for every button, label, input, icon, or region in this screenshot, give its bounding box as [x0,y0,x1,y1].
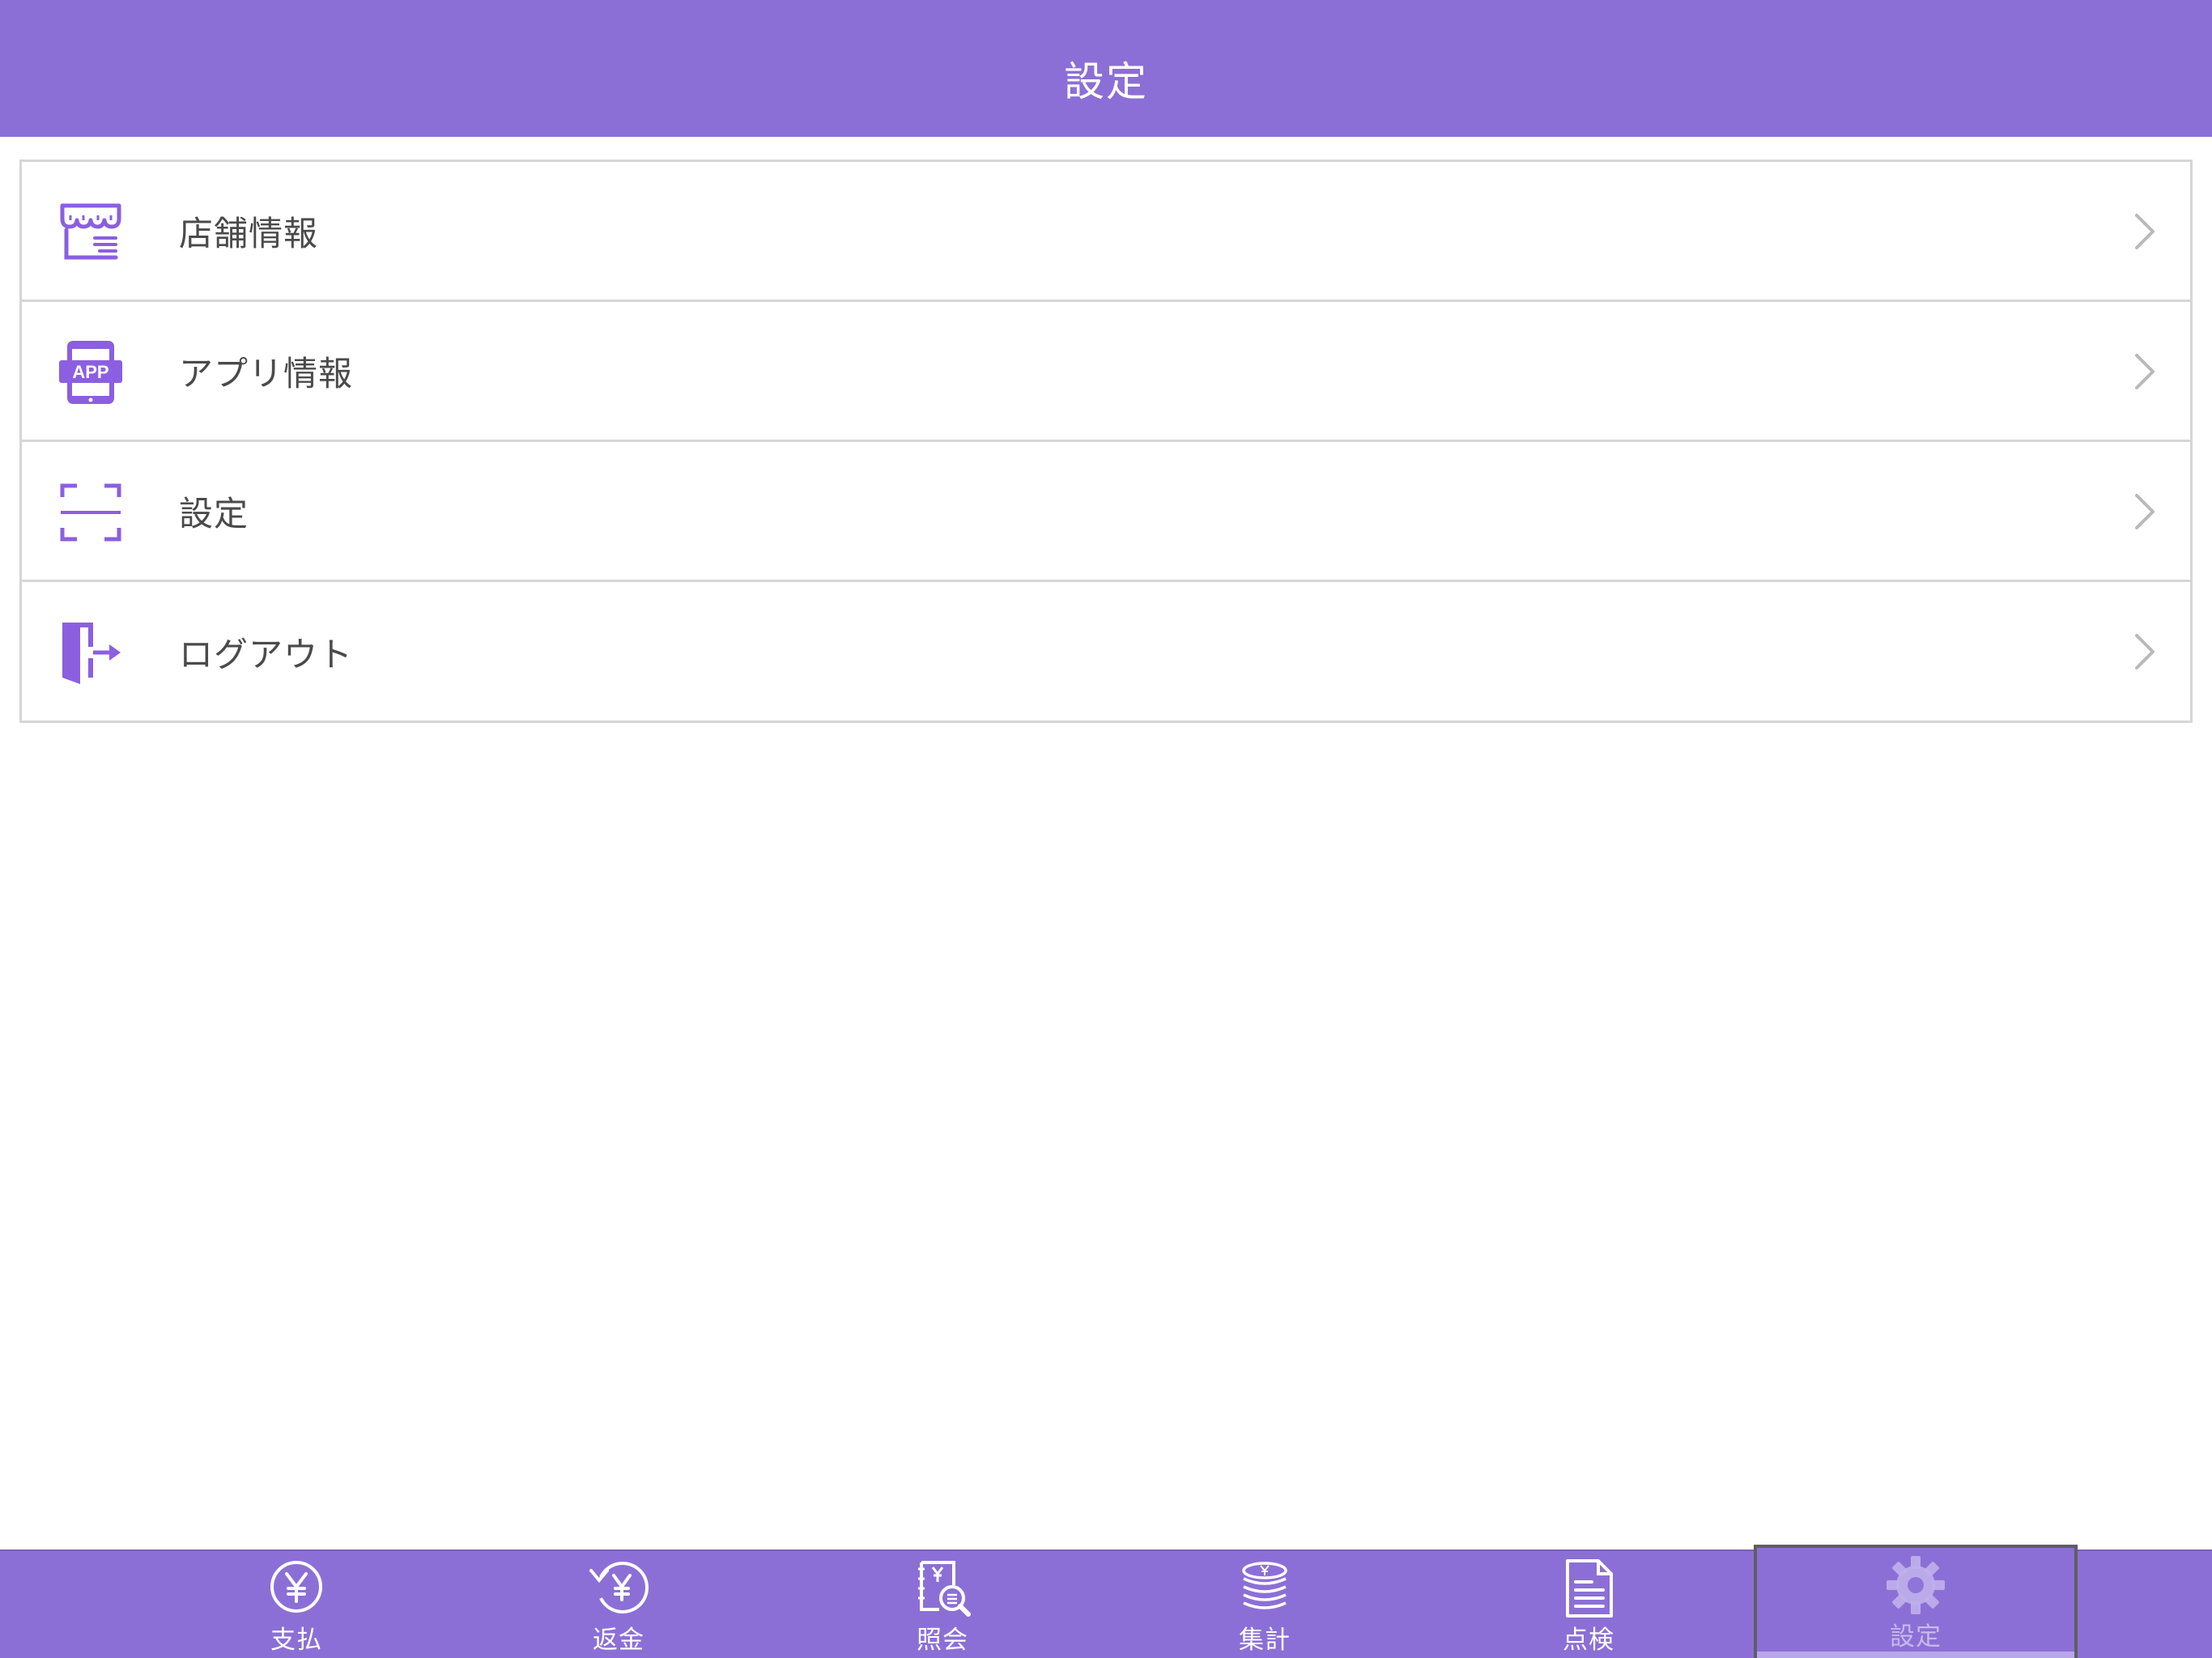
tab-label: 照会 [917,1626,968,1655]
active-tab-indicator [1757,1652,2074,1658]
tab-label: 集計 [1239,1626,1291,1655]
menu-item-store-info[interactable]: 店舗情報 [22,162,2190,302]
chevron-right-icon [2129,349,2161,394]
chevron-right-icon [2129,489,2161,534]
document-icon [1556,1556,1621,1621]
tab-inquiry[interactable]: 照会 [781,1551,1104,1658]
menu-item-label: 店舗情報 [179,213,319,253]
menu-item-app-info[interactable]: APP アプリ情報 [22,302,2190,442]
refund-yen-icon [586,1556,651,1621]
gear-icon [1883,1553,1948,1618]
navigation-bar: 設定 [0,0,2212,137]
tab-settings[interactable]: 設定 [1754,1545,2078,1658]
app-window: 設定 店舗情報 APP アプリ情報 設定 ログアウト 支払 返金 照会 集計 点… [0,0,2212,1658]
tab-summary[interactable]: 集計 [1103,1551,1427,1658]
menu-item-logout[interactable]: ログアウト [22,582,2190,722]
app-info-icon: APP [56,338,125,407]
tab-label: 点検 [1563,1626,1614,1655]
search-receipt-icon [910,1556,975,1621]
settings-menu-list: 店舗情報 APP アプリ情報 設定 ログアウト [19,159,2193,723]
menu-item-label: 設定 [179,493,249,534]
scan-frame-icon [56,478,125,547]
svg-text:APP: APP [72,362,108,382]
tab-label: 支払 [270,1626,322,1655]
tab-inspection[interactable]: 点検 [1427,1551,1750,1658]
store-icon [56,198,125,267]
logout-icon [56,618,125,687]
menu-item-label: ログアウト [179,635,354,674]
chevron-right-icon [2129,209,2161,254]
tab-label: 設定 [1890,1622,1942,1652]
tab-label: 返金 [593,1626,644,1655]
tab-bar: 支払 返金 照会 集計 点検 設定 [0,1545,2212,1658]
tab-refund[interactable]: 返金 [457,1551,781,1658]
page-title: 設定 [1064,57,1148,105]
menu-item-label: アプリ情報 [179,353,354,393]
yen-circle-icon [264,1556,329,1621]
chevron-right-icon [2129,629,2161,674]
tab-payment[interactable]: 支払 [134,1551,458,1658]
menu-item-settings[interactable]: 設定 [22,442,2190,582]
coin-stack-icon [1232,1556,1297,1621]
